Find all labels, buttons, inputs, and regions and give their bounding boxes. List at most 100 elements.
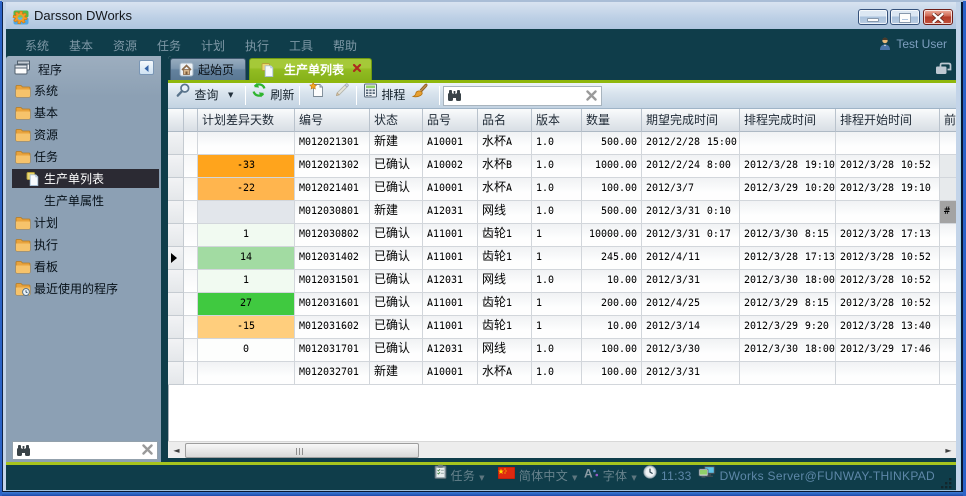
row-header[interactable] — [168, 339, 184, 362]
cell-item-name[interactable]: 网线 — [478, 270, 532, 293]
cell-last[interactable] — [940, 132, 957, 155]
cell-due-time[interactable]: 2012/2/24 8:00 — [642, 155, 740, 178]
cell-diff-days[interactable] — [198, 362, 295, 385]
cell-item-no[interactable]: A12031 — [423, 201, 478, 224]
cell-order-no[interactable]: M012021401 — [295, 178, 370, 201]
cell-last[interactable] — [940, 178, 957, 201]
cell-sched-finish[interactable] — [740, 362, 836, 385]
search-clear-icon[interactable] — [142, 444, 153, 458]
edit-button[interactable] — [334, 83, 350, 108]
cell-sched-finish[interactable]: 2012/3/29 8:15 — [740, 293, 836, 316]
cell-status[interactable]: 已确认 — [370, 293, 423, 316]
schedule-button[interactable]: 排程 — [363, 83, 405, 108]
row-header[interactable] — [168, 362, 184, 385]
toolbar-search-input[interactable] — [466, 89, 586, 104]
cell-status[interactable]: 已确认 — [370, 155, 423, 178]
cell-item-no[interactable]: A11001 — [423, 247, 478, 270]
cell-item-no[interactable]: A11001 — [423, 316, 478, 339]
window-list-icon[interactable] — [935, 62, 952, 78]
cell-sched-start[interactable]: 2012/3/28 19:10 — [836, 178, 940, 201]
cell-item-name[interactable]: 水杯A — [478, 362, 532, 385]
cell-item-name[interactable]: 水杯A — [478, 178, 532, 201]
cell-diff-days[interactable] — [198, 201, 295, 224]
cell-quantity[interactable]: 100.00 — [582, 362, 642, 385]
sidebar-item-1[interactable]: 系统 — [6, 80, 161, 102]
query-dropdown-icon[interactable]: ▼ — [228, 83, 233, 108]
cell-diff-days[interactable]: 0 — [198, 339, 295, 362]
cell-due-time[interactable]: 2012/4/11 — [642, 247, 740, 270]
cell-order-no[interactable]: M012031602 — [295, 316, 370, 339]
cell-sched-start[interactable]: 2012/3/28 10:52 — [836, 270, 940, 293]
cell-quantity[interactable]: 10.00 — [582, 270, 642, 293]
column-header-9[interactable]: 排程完成时间 — [740, 109, 836, 132]
cell-sched-finish[interactable]: 2012/3/28 19:10 — [740, 155, 836, 178]
sidebar-search-input[interactable] — [33, 443, 138, 457]
scroll-right-button[interactable]: ► — [940, 442, 957, 459]
row-header[interactable] — [168, 224, 184, 247]
new-button[interactable] — [309, 83, 325, 108]
row-header[interactable] — [168, 178, 184, 201]
tab-start-page[interactable]: 起始页 — [170, 58, 246, 80]
cell-item-no[interactable]: A10001 — [423, 132, 478, 155]
cell-version[interactable]: 1 — [532, 316, 582, 339]
sidebar-item-7[interactable]: 计划 — [6, 212, 161, 234]
cell-last[interactable] — [940, 270, 957, 293]
cell-diff-days[interactable]: -22 — [198, 178, 295, 201]
cell-sched-finish[interactable] — [740, 201, 836, 224]
user-info[interactable]: Test User — [879, 37, 947, 53]
cell-order-no[interactable]: M012031402 — [295, 247, 370, 270]
cell-diff-days[interactable]: -33 — [198, 155, 295, 178]
cell-version[interactable]: 1.0 — [532, 270, 582, 293]
sidebar-item-4[interactable]: 任务 — [6, 146, 161, 168]
cell-status[interactable]: 已确认 — [370, 316, 423, 339]
sidebar-collapse-button[interactable] — [139, 60, 154, 75]
resize-grip-icon[interactable] — [941, 475, 953, 487]
cell-status[interactable]: 已确认 — [370, 339, 423, 362]
cell-last[interactable] — [940, 362, 957, 385]
column-header-2[interactable]: 编号 — [295, 109, 370, 132]
cell-last[interactable] — [940, 247, 957, 270]
cell-sched-start[interactable]: 2012/3/28 17:13 — [836, 224, 940, 247]
column-header-10[interactable]: 排程开始时间 — [836, 109, 940, 132]
tab-production-order-list[interactable]: 生产单列表 — [249, 58, 372, 80]
column-header-1[interactable]: 计划差异天数 — [198, 109, 295, 132]
cell-version[interactable]: 1.0 — [532, 155, 582, 178]
cell-due-time[interactable]: 2012/3/31 — [642, 362, 740, 385]
cell-item-no[interactable]: A12031 — [423, 339, 478, 362]
cell-sched-finish[interactable]: 2012/3/29 10:20 — [740, 178, 836, 201]
sidebar-item-3[interactable]: 资源 — [6, 124, 161, 146]
cell-item-name[interactable]: 水杯A — [478, 132, 532, 155]
cell-order-no[interactable]: M012021302 — [295, 155, 370, 178]
cell-last[interactable] — [940, 293, 957, 316]
cell-order-no[interactable]: M012031501 — [295, 270, 370, 293]
cell-quantity[interactable]: 500.00 — [582, 201, 642, 224]
cell-item-no[interactable]: A10001 — [423, 362, 478, 385]
cell-quantity[interactable]: 10000.00 — [582, 224, 642, 247]
cell-due-time[interactable]: 2012/3/14 — [642, 316, 740, 339]
row-header[interactable] — [168, 316, 184, 339]
brush-button[interactable] — [411, 83, 428, 108]
cell-status[interactable]: 新建 — [370, 362, 423, 385]
cell-due-time[interactable]: 2012/3/31 0:10 — [642, 201, 740, 224]
column-header-6[interactable]: 版本 — [532, 109, 582, 132]
cell-sched-start[interactable] — [836, 132, 940, 155]
menu-item-4[interactable]: 任务 — [157, 37, 181, 54]
cell-diff-days[interactable]: 1 — [198, 224, 295, 247]
cell-item-name[interactable]: 齿轮1 — [478, 293, 532, 316]
cell-sched-start[interactable]: 2012/3/28 10:52 — [836, 155, 940, 178]
cell-item-name[interactable]: 网线 — [478, 339, 532, 362]
cell-quantity[interactable]: 10.00 — [582, 316, 642, 339]
cell-diff-days[interactable] — [198, 132, 295, 155]
cell-order-no[interactable]: M012021301 — [295, 132, 370, 155]
cell-quantity[interactable]: 100.00 — [582, 178, 642, 201]
cell-status[interactable]: 已确认 — [370, 270, 423, 293]
cell-diff-days[interactable]: 1 — [198, 270, 295, 293]
cell-quantity[interactable]: 245.00 — [582, 247, 642, 270]
cell-sched-finish[interactable]: 2012/3/30 8:15 — [740, 224, 836, 247]
column-header-4[interactable]: 品号 — [423, 109, 478, 132]
row-header[interactable] — [168, 247, 184, 270]
cell-last[interactable] — [940, 155, 957, 178]
cell-sched-start[interactable]: 2012/3/28 10:52 — [836, 247, 940, 270]
cell-item-name[interactable]: 齿轮1 — [478, 247, 532, 270]
status-item-2[interactable]: 简体中文▼ — [498, 465, 578, 490]
